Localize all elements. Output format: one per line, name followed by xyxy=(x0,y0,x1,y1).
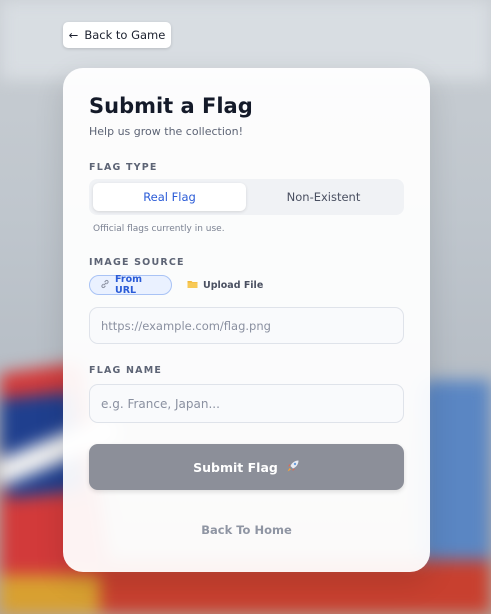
from-url-label: From URL xyxy=(115,274,142,296)
flag-type-toggle: Real Flag Non-Existent xyxy=(89,179,404,215)
arrow-left-icon: ← xyxy=(68,28,79,42)
back-to-game-button[interactable]: ← Back to Game xyxy=(63,22,171,48)
flag-name-input[interactable]: e.g. France, Japan... xyxy=(89,384,404,423)
back-to-game-label: Back to Game xyxy=(84,28,166,42)
flag-type-label: FLAG TYPE xyxy=(89,162,158,173)
flag-name-label: FLAG NAME xyxy=(89,365,163,376)
link-icon xyxy=(100,279,110,292)
from-url-option[interactable]: From URL xyxy=(89,274,172,296)
non-existent-option[interactable]: Non-Existent xyxy=(247,183,400,211)
real-flag-option[interactable]: Real Flag xyxy=(93,183,246,211)
upload-file-label: Upload File xyxy=(203,279,264,291)
submit-flag-button[interactable]: Submit Flag xyxy=(89,444,404,490)
image-url-input[interactable]: https://example.com/flag.png xyxy=(89,307,404,344)
page-title: Submit a Flag xyxy=(89,94,253,118)
back-to-home-link[interactable]: Back To Home xyxy=(63,523,430,537)
submit-flag-label: Submit Flag xyxy=(193,459,278,475)
image-source-label: IMAGE SOURCE xyxy=(89,257,185,268)
upload-file-option[interactable]: Upload File xyxy=(187,275,263,295)
flag-type-hint: Official flags currently in use. xyxy=(93,224,225,234)
page-subtitle: Help us grow the collection! xyxy=(89,125,243,138)
folder-icon xyxy=(187,279,198,292)
rocket-icon xyxy=(286,459,300,476)
submit-flag-card: Submit a Flag Help us grow the collectio… xyxy=(63,68,430,572)
